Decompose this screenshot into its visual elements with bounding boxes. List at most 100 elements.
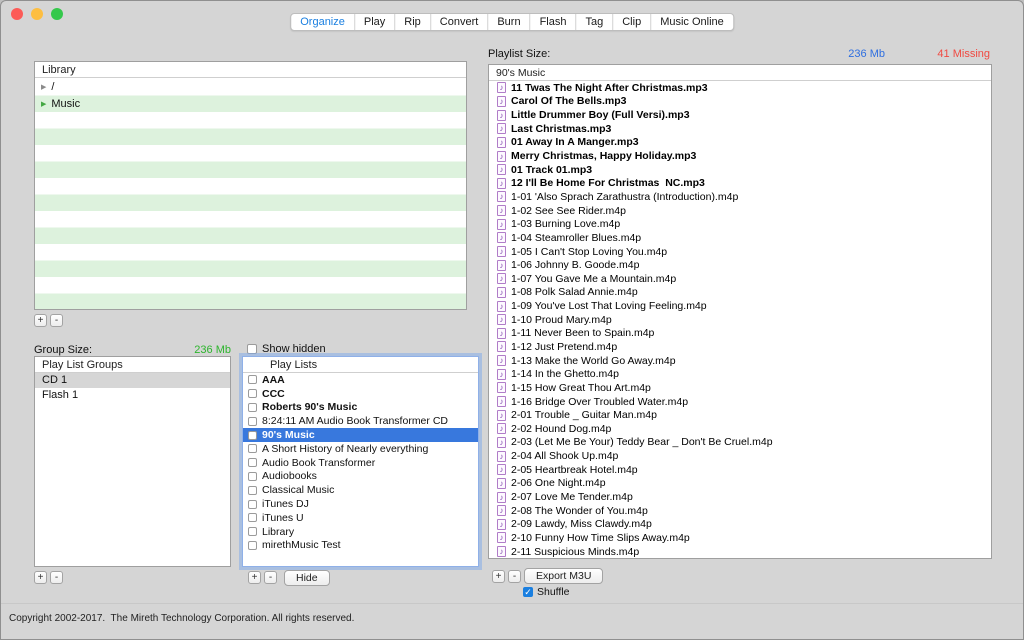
track-row[interactable]: ♪Merry Christmas, Happy Holiday.mp3	[489, 149, 991, 163]
track-row[interactable]: ♪01 Track 01.mp3	[489, 163, 991, 177]
playlist-checkbox[interactable]	[248, 444, 257, 453]
track-row[interactable]: ♪1-06 Johnny B. Goode.m4p	[489, 258, 991, 272]
playlist-label: iTunes U	[262, 512, 304, 524]
track-row[interactable]: ♪1-15 How Great Thou Art.m4p	[489, 381, 991, 395]
groups-add-button[interactable]: +	[34, 571, 47, 584]
track-row[interactable]: ♪1-09 You've Lost That Loving Feeling.m4…	[489, 299, 991, 313]
zoom-window-button[interactable]	[51, 8, 63, 20]
playlist-row[interactable]: 8:24:11 AM Audio Book Transformer CD	[243, 414, 478, 428]
tab-organize[interactable]: Organize	[291, 14, 355, 30]
tab-convert[interactable]: Convert	[431, 14, 489, 30]
playlists-add-button[interactable]: +	[248, 571, 261, 584]
track-row[interactable]: ♪1-12 Just Pretend.m4p	[489, 340, 991, 354]
track-row[interactable]: ♪1-16 Bridge Over Troubled Water.m4p	[489, 395, 991, 409]
audio-file-icon: ♪	[497, 191, 506, 202]
playlist-row[interactable]: AAA	[243, 373, 478, 387]
hide-button[interactable]: Hide	[284, 570, 330, 586]
track-row[interactable]: ♪2-05 Heartbreak Hotel.m4p	[489, 463, 991, 477]
playlist-checkbox[interactable]	[248, 389, 257, 398]
playlist-group-row[interactable]: Flash 1	[35, 388, 230, 403]
playlist-checkbox[interactable]	[248, 431, 257, 440]
audio-file-icon: ♪	[497, 151, 506, 162]
playlist-row[interactable]: mirethMusic Test	[243, 539, 478, 553]
playlist-checkbox[interactable]	[248, 500, 257, 509]
groups-remove-button[interactable]: -	[50, 571, 63, 584]
track-row[interactable]: ♪Carol Of The Bells.mp3	[489, 95, 991, 109]
playlist-row[interactable]: iTunes U	[243, 511, 478, 525]
playlist-row[interactable]: Audio Book Transformer	[243, 456, 478, 470]
track-name: 1-11 Never Been to Spain.m4p	[511, 327, 654, 339]
playlist-checkbox[interactable]	[248, 375, 257, 384]
track-row[interactable]: ♪1-02 See See Rider.m4p	[489, 204, 991, 218]
track-row[interactable]: ♪1-11 Never Been to Spain.m4p	[489, 327, 991, 341]
playlist-checkbox[interactable]	[248, 486, 257, 495]
playlist-checkbox[interactable]	[248, 417, 257, 426]
track-row[interactable]: ♪1-10 Proud Mary.m4p	[489, 313, 991, 327]
playlist-row[interactable]: CCC	[243, 387, 478, 401]
playlist-checkbox[interactable]	[248, 472, 257, 481]
shuffle-checkbox[interactable]: ✓	[523, 587, 533, 597]
group-size-value: 236 Mb	[141, 344, 231, 356]
tab-play[interactable]: Play	[355, 14, 395, 30]
tab-music-online[interactable]: Music Online	[651, 14, 733, 30]
disclosure-triangle-icon[interactable]: ▶	[41, 83, 46, 91]
playlist-row[interactable]: Classical Music	[243, 483, 478, 497]
library-row[interactable]: ▶/	[35, 79, 466, 96]
playlist-checkbox[interactable]	[248, 403, 257, 412]
tab-clip[interactable]: Clip	[613, 14, 651, 30]
playlist-checkbox[interactable]	[248, 541, 257, 550]
export-m3u-button[interactable]: Export M3U	[524, 568, 603, 584]
track-row[interactable]: ♪2-11 Suspicious Minds.m4p	[489, 545, 991, 559]
track-row[interactable]: ♪1-05 I Can't Stop Loving You.m4p	[489, 245, 991, 259]
audio-file-icon: ♪	[497, 382, 506, 393]
close-window-button[interactable]	[11, 8, 23, 20]
track-row[interactable]: ♪2-03 (Let Me Be Your) Teddy Bear _ Don'…	[489, 436, 991, 450]
playlist-row[interactable]: iTunes DJ	[243, 497, 478, 511]
playlist-checkbox[interactable]	[248, 513, 257, 522]
tab-tag[interactable]: Tag	[576, 14, 613, 30]
minimize-window-button[interactable]	[31, 8, 43, 20]
track-row[interactable]: ♪2-02 Hound Dog.m4p	[489, 422, 991, 436]
track-row[interactable]: ♪1-01 'Also Sprach Zarathustra (Introduc…	[489, 190, 991, 204]
track-row[interactable]: ♪1-07 You Gave Me a Mountain.m4p	[489, 272, 991, 286]
playlist-size-value: 236 Mb	[848, 48, 885, 60]
track-row[interactable]: ♪11 Twas The Night After Christmas.mp3	[489, 81, 991, 95]
playlist-row[interactable]: A Short History of Nearly everything	[243, 442, 478, 456]
playlist-row[interactable]: Library	[243, 525, 478, 539]
show-hidden-checkbox[interactable]	[247, 344, 257, 354]
playlist-row[interactable]: 90's Music	[243, 428, 478, 442]
playlist-row[interactable]: Roberts 90's Music	[243, 401, 478, 415]
playlist-checkbox[interactable]	[248, 527, 257, 536]
track-row[interactable]: ♪01 Away In A Manger.mp3	[489, 136, 991, 150]
playlist-label: 90's Music	[262, 429, 315, 441]
library-remove-button[interactable]: -	[50, 314, 63, 327]
library-add-button[interactable]: +	[34, 314, 47, 327]
track-row[interactable]: ♪2-06 One Night.m4p	[489, 477, 991, 491]
playlist-label: 8:24:11 AM Audio Book Transformer CD	[262, 415, 448, 427]
track-row[interactable]: ♪1-13 Make the World Go Away.m4p	[489, 354, 991, 368]
track-row[interactable]: ♪1-04 Steamroller Blues.m4p	[489, 231, 991, 245]
tracks-remove-button[interactable]: -	[508, 570, 521, 583]
track-row[interactable]: ♪Last Christmas.mp3	[489, 122, 991, 136]
track-row[interactable]: ♪2-09 Lawdy, Miss Clawdy.m4p	[489, 518, 991, 532]
track-row[interactable]: ♪1-03 Burning Love.m4p	[489, 217, 991, 231]
tab-flash[interactable]: Flash	[531, 14, 577, 30]
playlist-checkbox[interactable]	[248, 458, 257, 467]
track-row[interactable]: ♪1-08 Polk Salad Annie.m4p	[489, 286, 991, 300]
playlist-group-row[interactable]: CD 1	[35, 373, 230, 388]
playlists-remove-button[interactable]: -	[264, 571, 277, 584]
track-row[interactable]: ♪12 I'll Be Home For Christmas NC.mp3	[489, 176, 991, 190]
track-row[interactable]: ♪2-10 Funny How Time Slips Away.m4p	[489, 531, 991, 545]
tab-rip[interactable]: Rip	[395, 14, 431, 30]
track-row[interactable]: ♪2-01 Trouble _ Guitar Man.m4p	[489, 408, 991, 422]
track-row[interactable]: ♪2-07 Love Me Tender.m4p	[489, 490, 991, 504]
track-row[interactable]: ♪2-04 All Shook Up.m4p	[489, 449, 991, 463]
tracks-add-button[interactable]: +	[492, 570, 505, 583]
track-row[interactable]: ♪1-14 In the Ghetto.m4p	[489, 367, 991, 381]
track-row[interactable]: ♪2-08 The Wonder of You.m4p	[489, 504, 991, 518]
track-row[interactable]: ♪Little Drummer Boy (Full Versi).mp3	[489, 108, 991, 122]
playlist-row[interactable]: Audiobooks	[243, 470, 478, 484]
disclosure-triangle-icon[interactable]: ▶	[41, 100, 46, 108]
library-row[interactable]: ▶Music	[35, 96, 466, 113]
tab-burn[interactable]: Burn	[488, 14, 530, 30]
